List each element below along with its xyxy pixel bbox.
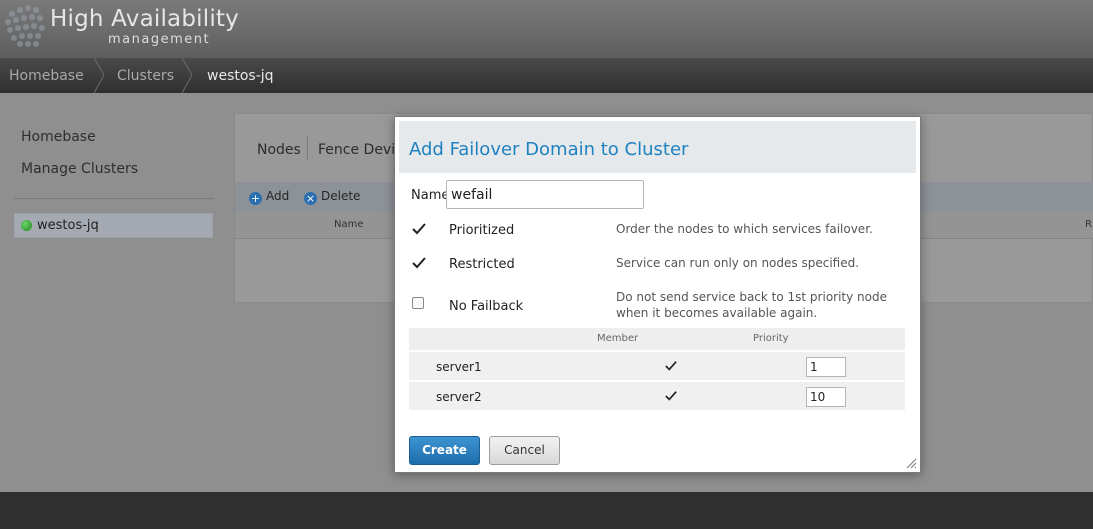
sidebar-item-manage-clusters[interactable]: Manage Clusters bbox=[21, 161, 138, 177]
plus-icon: + bbox=[249, 192, 262, 205]
status-ok-icon bbox=[21, 220, 32, 231]
priority-input[interactable] bbox=[806, 357, 846, 377]
tab-nodes[interactable]: Nodes bbox=[257, 142, 301, 158]
name-input[interactable] bbox=[446, 180, 644, 209]
name-label: Name bbox=[411, 188, 450, 203]
resize-grip-icon[interactable] bbox=[906, 458, 917, 469]
breadcrumb-separator-icon bbox=[93, 58, 105, 93]
members-table-header: Member Priority bbox=[409, 328, 905, 350]
page-footer bbox=[0, 492, 1093, 529]
app-subtitle: management bbox=[108, 32, 211, 47]
no-failback-label: No Failback bbox=[449, 299, 524, 314]
priority-input[interactable] bbox=[806, 387, 846, 407]
restricted-checkbox[interactable] bbox=[412, 256, 426, 270]
no-failback-description: Do not send service back to 1st priority… bbox=[616, 290, 887, 320]
dialog-header: Add Failover Domain to Cluster bbox=[399, 121, 916, 173]
add-button[interactable]: + Add bbox=[249, 189, 289, 205]
app-header: High Availability management bbox=[0, 0, 1093, 58]
sidebar-divider bbox=[14, 198, 214, 199]
table-row: server1 bbox=[409, 352, 905, 380]
delete-label: Delete bbox=[321, 189, 361, 203]
x-icon: × bbox=[304, 192, 317, 205]
prioritized-label: Prioritized bbox=[449, 223, 515, 238]
sidebar-item-homebase[interactable]: Homebase bbox=[21, 129, 96, 145]
restricted-label: Restricted bbox=[449, 257, 515, 272]
create-button[interactable]: Create bbox=[409, 436, 480, 465]
prioritized-description: Order the nodes to which services failov… bbox=[616, 222, 873, 236]
tab-fence-devices[interactable]: Fence Devic bbox=[318, 142, 403, 158]
prioritized-checkbox[interactable] bbox=[412, 222, 426, 236]
breadcrumb: Homebase Clusters westos-jq bbox=[0, 58, 1093, 93]
column-header-right[interactable]: R bbox=[1085, 219, 1092, 230]
breadcrumb-clusters[interactable]: Clusters bbox=[117, 68, 174, 84]
member-checkbox[interactable] bbox=[665, 390, 677, 402]
add-failover-domain-dialog: Add Failover Domain to Cluster Name Prio… bbox=[394, 116, 921, 473]
dialog-title: Add Failover Domain to Cluster bbox=[409, 139, 689, 160]
breadcrumb-current: westos-jq bbox=[207, 68, 274, 84]
member-checkbox[interactable] bbox=[665, 360, 677, 372]
app-title: High Availability bbox=[50, 6, 239, 32]
column-header-member: Member bbox=[597, 333, 639, 344]
restricted-description: Service can run only on nodes specified. bbox=[616, 256, 860, 270]
cancel-button[interactable]: Cancel bbox=[489, 436, 560, 465]
column-header-name[interactable]: Name bbox=[334, 219, 364, 230]
sidebar-item-cluster[interactable]: westos-jq bbox=[14, 213, 213, 238]
tab-divider bbox=[307, 136, 308, 160]
breadcrumb-homebase[interactable]: Homebase bbox=[9, 68, 84, 84]
delete-button[interactable]: × Delete bbox=[304, 189, 360, 205]
breadcrumb-separator-icon bbox=[181, 58, 193, 93]
no-failback-checkbox[interactable] bbox=[412, 297, 424, 309]
table-row: server2 bbox=[409, 382, 905, 410]
logo-icon bbox=[5, 5, 45, 47]
node-name: server2 bbox=[436, 390, 482, 404]
column-header-priority: Priority bbox=[753, 333, 789, 344]
node-name: server1 bbox=[436, 360, 482, 374]
sidebar-cluster-label: westos-jq bbox=[37, 218, 99, 233]
add-label: Add bbox=[266, 189, 290, 203]
